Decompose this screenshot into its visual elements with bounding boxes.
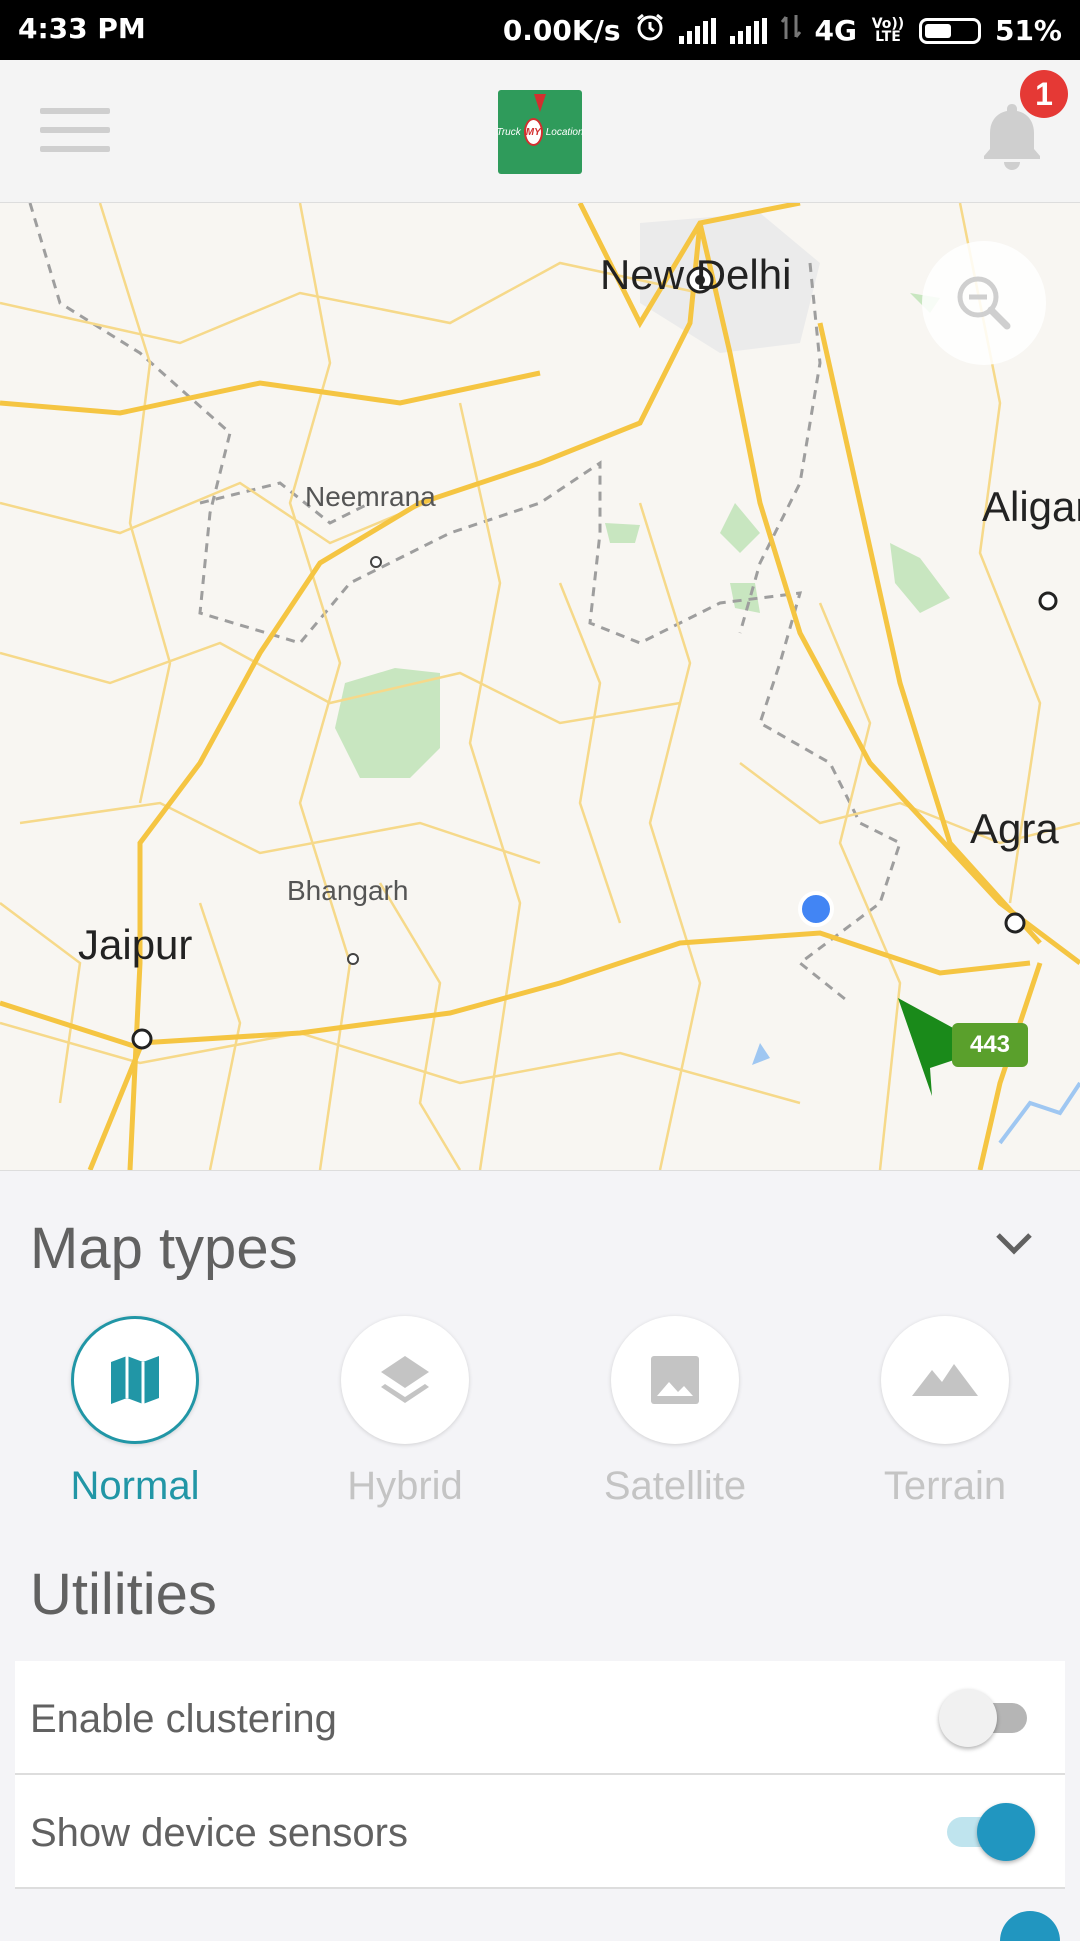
app-bar: Truck MY Location 1 bbox=[0, 60, 1080, 203]
map-type-terrain-circle bbox=[881, 1316, 1009, 1444]
signal-icon-2 bbox=[729, 17, 767, 44]
data-arrows-icon bbox=[780, 13, 801, 48]
clustering-toggle[interactable] bbox=[939, 1689, 1035, 1747]
map-type-label: Satellite bbox=[603, 1464, 747, 1508]
alarm-icon bbox=[635, 12, 665, 49]
image-icon bbox=[651, 1356, 699, 1404]
map-type-selector: Normal Hybrid Satellite Terrain bbox=[0, 1316, 1080, 1508]
notification-badge: 1 bbox=[1020, 70, 1068, 118]
next-toggle-peek bbox=[1000, 1911, 1060, 1941]
map-type-hybrid-circle bbox=[341, 1316, 469, 1444]
map-label-jaipur: Jaipur bbox=[78, 921, 193, 968]
map-view[interactable]: New Delhi Neemrana Aligar Agra Bhangarh … bbox=[0, 203, 1080, 1170]
utilities-title: Utilities bbox=[30, 1562, 217, 1627]
map-type-satellite-circle bbox=[611, 1316, 739, 1444]
layers-icon bbox=[381, 1356, 429, 1403]
map-label-neemrana: Neemrana bbox=[305, 481, 436, 512]
setting-label: Enable clustering bbox=[30, 1697, 337, 1741]
chevron-down-icon[interactable] bbox=[992, 1227, 1036, 1257]
network-type: 4G bbox=[814, 14, 857, 47]
status-time: 4:33 PM bbox=[18, 12, 146, 45]
map-type-normal[interactable]: Normal bbox=[35, 1316, 235, 1509]
battery-level: 51% bbox=[994, 14, 1062, 47]
map-roads bbox=[0, 203, 1080, 1170]
bottom-sheet: Map types Normal Hybrid Satellite Terrai… bbox=[0, 1170, 1080, 1941]
logo-text-left: Truck bbox=[496, 126, 521, 138]
map-label-bhangarh: Bhangarh bbox=[287, 875, 409, 906]
logo-text-right: Location bbox=[545, 126, 584, 138]
map-type-satellite[interactable]: Satellite bbox=[575, 1316, 775, 1509]
terrain-icon bbox=[912, 1364, 978, 1396]
signal-icon-1 bbox=[678, 17, 716, 44]
device-sensors-toggle[interactable] bbox=[939, 1803, 1035, 1861]
map-type-label: Hybrid bbox=[347, 1464, 463, 1508]
highway-shield: 443 bbox=[952, 1023, 1028, 1067]
zoom-out-icon bbox=[957, 276, 1011, 330]
map-types-title: Map types bbox=[30, 1216, 298, 1281]
network-speed: 0.00K/s bbox=[502, 14, 621, 47]
logo-badge: MY bbox=[523, 118, 543, 146]
map-icon bbox=[111, 1356, 159, 1404]
status-bar: 4:33 PM 0.00K/s 4G Vo)) LTE 51% bbox=[0, 0, 1080, 60]
map-label-aligarh: Aligar bbox=[982, 483, 1080, 530]
status-icons: 0.00K/s 4G Vo)) LTE 51% bbox=[503, 12, 1062, 49]
map-type-label: Normal bbox=[70, 1464, 200, 1508]
app-logo: Truck MY Location bbox=[496, 90, 584, 174]
map-label-agra: Agra bbox=[970, 805, 1059, 852]
map-label-new-delhi: New Delhi bbox=[600, 251, 792, 298]
menu-icon[interactable] bbox=[40, 108, 110, 156]
map-type-hybrid[interactable]: Hybrid bbox=[305, 1316, 505, 1509]
setting-row-clustering: Enable clustering bbox=[15, 1661, 1065, 1775]
pin-icon bbox=[534, 94, 546, 112]
setting-row-device-sensors: Show device sensors bbox=[15, 1775, 1065, 1889]
setting-label: Show device sensors bbox=[30, 1811, 408, 1855]
battery-icon bbox=[918, 17, 981, 44]
map-type-terrain[interactable]: Terrain bbox=[845, 1316, 1045, 1509]
map-type-label: Terrain bbox=[883, 1464, 1007, 1508]
zoom-out-button[interactable] bbox=[922, 241, 1046, 365]
volte-indicator: Vo)) LTE bbox=[871, 15, 905, 45]
map-type-normal-circle bbox=[71, 1316, 199, 1444]
